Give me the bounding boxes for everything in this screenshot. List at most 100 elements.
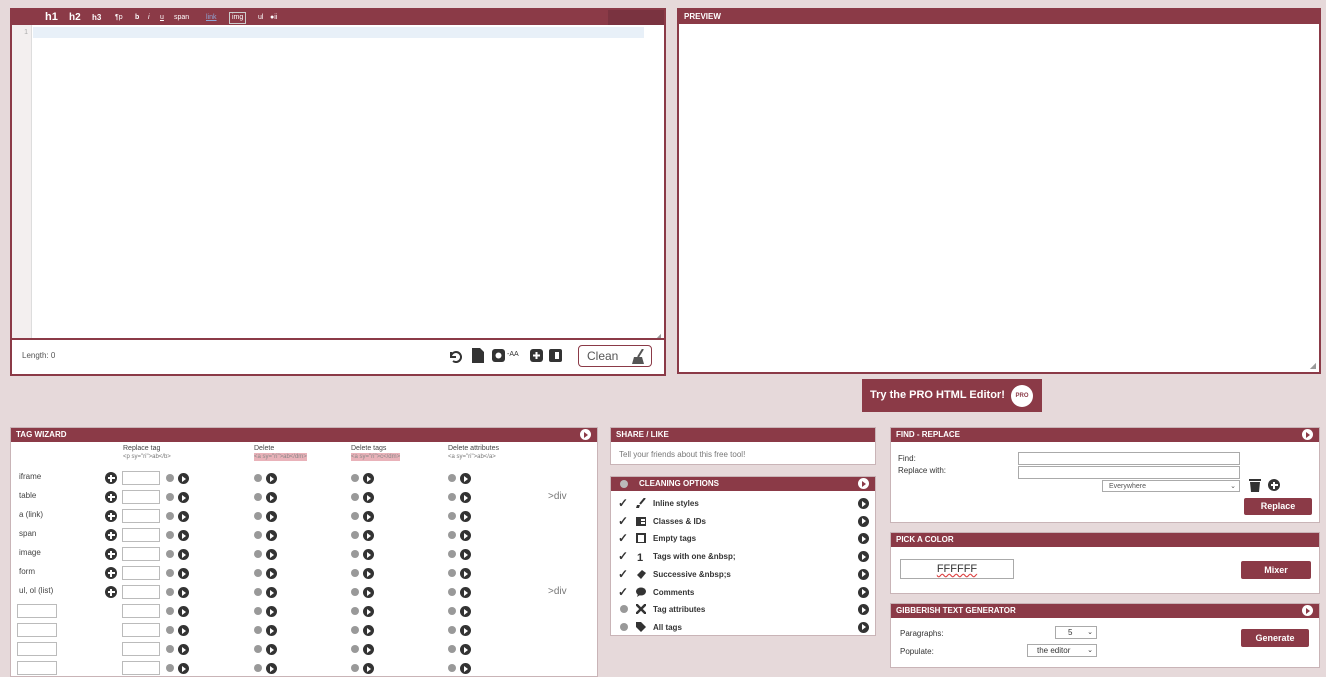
run-icon[interactable] <box>460 511 471 522</box>
option-dot[interactable] <box>448 531 456 539</box>
checkmark-icon[interactable]: ✓ <box>618 531 628 545</box>
run-icon[interactable] <box>178 511 189 522</box>
run-icon[interactable] <box>178 530 189 541</box>
option-dot[interactable] <box>351 493 359 501</box>
option-dot[interactable] <box>254 474 262 482</box>
run-icon[interactable] <box>460 549 471 560</box>
file-icon[interactable] <box>472 348 484 363</box>
run-icon[interactable] <box>460 625 471 636</box>
run-icon[interactable] <box>178 606 189 617</box>
ul-button[interactable]: ul <box>258 10 263 25</box>
replace-button[interactable]: Replace <box>1244 498 1312 515</box>
run-icon[interactable] <box>363 606 374 617</box>
run-icon[interactable] <box>178 625 189 636</box>
replace-tag-input[interactable] <box>122 604 160 618</box>
option-dot[interactable] <box>166 645 174 653</box>
option-dot[interactable] <box>166 626 174 634</box>
run-icon[interactable] <box>363 663 374 674</box>
cleaning-option[interactable]: ✓ Empty tags <box>611 530 875 547</box>
h1-button[interactable]: h1 <box>45 10 58 25</box>
option-dot[interactable] <box>351 626 359 634</box>
run-icon[interactable] <box>460 644 471 655</box>
option-dot[interactable] <box>166 474 174 482</box>
run-icon[interactable] <box>266 587 277 598</box>
option-dot[interactable] <box>166 664 174 672</box>
add-replace-icon[interactable] <box>1268 479 1280 491</box>
cleaning-option-run-icon[interactable] <box>858 621 869 633</box>
run-icon[interactable] <box>178 549 189 560</box>
run-icon[interactable] <box>460 530 471 541</box>
cleaning-option-run-icon[interactable] <box>858 498 869 509</box>
paragraphs-select[interactable]: 5 ⌄ <box>1055 626 1097 639</box>
run-icon[interactable] <box>363 587 374 598</box>
option-dot[interactable] <box>166 607 174 615</box>
option-dot[interactable] <box>254 531 262 539</box>
add-tag-icon[interactable] <box>105 548 117 560</box>
cleaning-option[interactable]: All tags <box>611 619 875 636</box>
italic-button[interactable]: i <box>148 10 150 25</box>
run-icon[interactable] <box>363 473 374 484</box>
custom-tag-input[interactable] <box>17 661 57 675</box>
toggle-dot[interactable] <box>620 480 628 488</box>
run-icon[interactable] <box>363 568 374 579</box>
option-dot[interactable] <box>448 569 456 577</box>
undo-icon[interactable] <box>448 349 462 363</box>
find-input[interactable] <box>1018 452 1240 465</box>
option-dot[interactable] <box>351 550 359 558</box>
replace-input[interactable] <box>1018 466 1240 479</box>
cleaning-option-run-icon[interactable] <box>858 533 869 545</box>
run-icon[interactable] <box>178 568 189 579</box>
option-dot[interactable] <box>166 512 174 520</box>
add-tag-icon[interactable] <box>105 472 117 484</box>
cleaning-option-run-icon[interactable] <box>858 586 869 598</box>
run-icon[interactable] <box>178 663 189 674</box>
checkmark-icon[interactable]: ✓ <box>618 496 628 510</box>
replace-tag-input[interactable] <box>122 585 160 599</box>
option-dot[interactable] <box>166 569 174 577</box>
option-dot[interactable] <box>351 607 359 615</box>
replace-tag-input[interactable] <box>122 623 160 637</box>
replace-tag-input[interactable] <box>122 509 160 523</box>
option-dot[interactable] <box>166 493 174 501</box>
generate-button[interactable]: Generate <box>1241 629 1309 647</box>
active-line[interactable] <box>33 27 644 38</box>
h2-button[interactable]: h2 <box>69 10 81 25</box>
clean-button[interactable]: Clean <box>578 345 652 367</box>
cleaning-option[interactable]: ✓ Classes & IDs <box>611 513 875 530</box>
unchecked-dot[interactable] <box>620 622 628 631</box>
option-dot[interactable] <box>448 474 456 482</box>
run-icon[interactable] <box>363 644 374 655</box>
option-dot[interactable] <box>351 588 359 596</box>
replace-tag-input[interactable] <box>122 490 160 504</box>
run-icon[interactable] <box>266 549 277 560</box>
run-icon[interactable] <box>460 473 471 484</box>
cleaning-option[interactable]: ✓ Inline styles <box>611 495 875 512</box>
option-dot[interactable] <box>351 474 359 482</box>
option-dot[interactable] <box>254 493 262 501</box>
cleaning-option[interactable]: Tag attributes <box>611 601 875 618</box>
option-dot[interactable] <box>166 531 174 539</box>
run-icon[interactable] <box>178 473 189 484</box>
cleaning-option-run-icon[interactable] <box>858 551 869 563</box>
ol-button[interactable]: ●ii <box>270 10 277 25</box>
add-tag-icon[interactable] <box>105 586 117 598</box>
mixer-button[interactable]: Mixer <box>1241 561 1311 579</box>
option-dot[interactable] <box>254 664 262 672</box>
replace-tag-input[interactable] <box>122 661 160 675</box>
custom-tag-input[interactable] <box>17 642 57 656</box>
cleaning-option[interactable]: ✓ Comments <box>611 584 875 601</box>
option-dot[interactable] <box>448 607 456 615</box>
run-icon[interactable] <box>363 625 374 636</box>
option-dot[interactable] <box>351 569 359 577</box>
checkmark-icon[interactable]: ✓ <box>618 514 628 528</box>
option-dot[interactable] <box>166 550 174 558</box>
h3-button[interactable]: h3 <box>92 10 101 25</box>
option-dot[interactable] <box>351 645 359 653</box>
run-icon[interactable] <box>178 644 189 655</box>
option-dot[interactable] <box>166 588 174 596</box>
pro-editor-button[interactable]: Try the PRO HTML Editor! PRO <box>862 379 1042 412</box>
cleaning-option-run-icon[interactable] <box>858 568 869 580</box>
run-icon[interactable] <box>460 587 471 598</box>
run-icon[interactable] <box>363 511 374 522</box>
add-tag-icon[interactable] <box>105 510 117 522</box>
